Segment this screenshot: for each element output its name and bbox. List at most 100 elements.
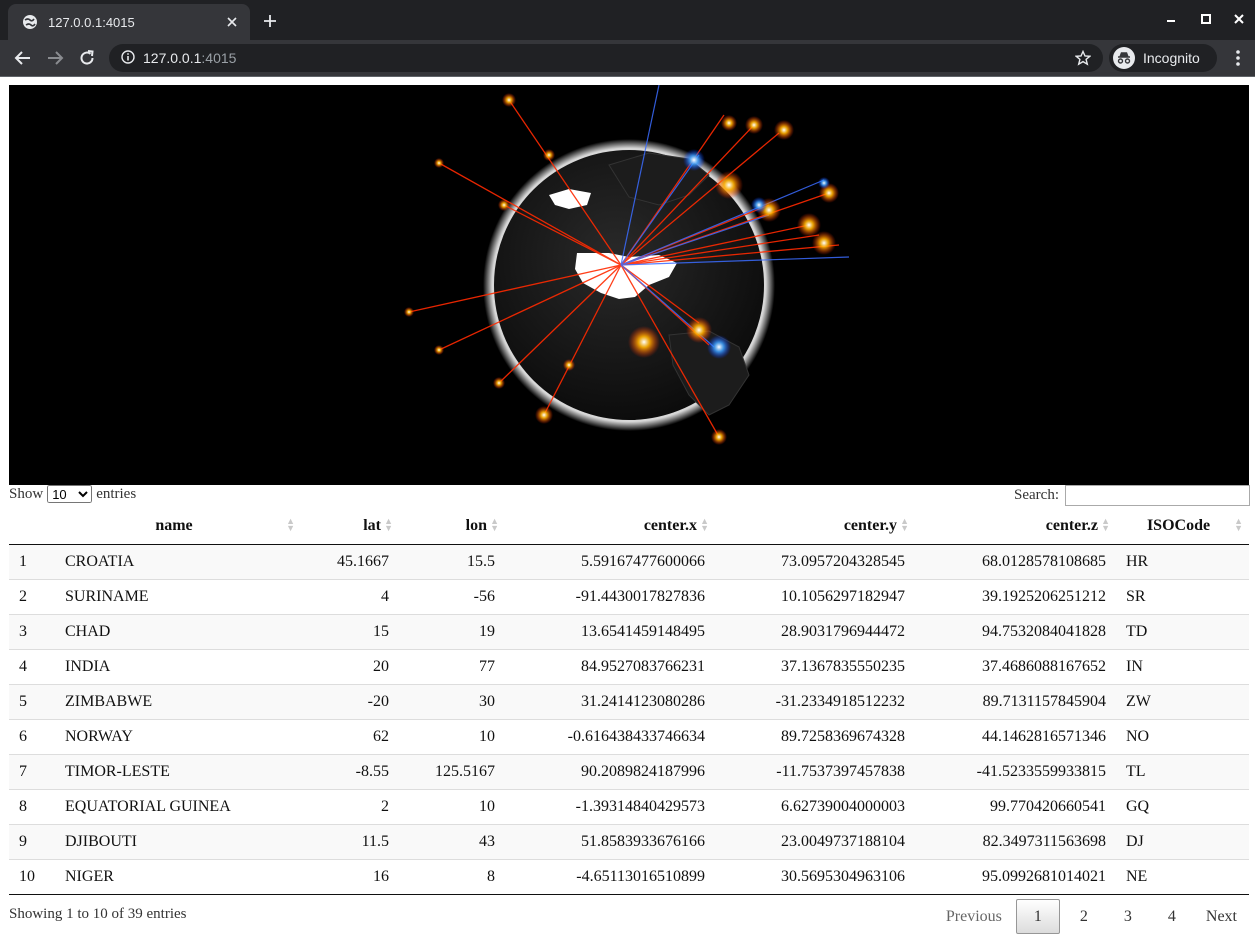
column-header-name[interactable]: name ▲ ▼ bbox=[55, 508, 301, 545]
column-header-lon[interactable]: lon ▲ ▼ bbox=[399, 508, 505, 545]
isocode-cell: SR bbox=[1116, 578, 1249, 614]
column-header-isocode[interactable]: ISOCode ▲ ▼ bbox=[1116, 508, 1249, 545]
row-index-cell: 1 bbox=[9, 544, 55, 579]
center-x-cell: 90.2089824187996 bbox=[505, 753, 715, 789]
globe-visualization[interactable] bbox=[9, 84, 1249, 485]
name-cell: NIGER bbox=[55, 858, 301, 895]
sort-arrows-icon: ▲ ▼ bbox=[1101, 516, 1110, 533]
center-z-cell: 99.770420660541 bbox=[915, 788, 1116, 824]
incognito-badge[interactable]: Incognito bbox=[1109, 44, 1217, 72]
center-y-cell: 89.7258369674328 bbox=[715, 718, 915, 754]
table-row[interactable]: 10 NIGER 16 8 -4.65113016510899 30.5695304963… bbox=[9, 858, 1249, 895]
isocode-cell: IN bbox=[1116, 648, 1249, 684]
column-header-center-x[interactable]: center.x ▲ ▼ bbox=[505, 508, 715, 545]
tab-title: 127.0.0.1:4015 bbox=[48, 14, 135, 30]
row-index-cell: 8 bbox=[9, 788, 55, 824]
name-cell: TIMOR-LESTE bbox=[55, 753, 301, 789]
isocode-cell: TL bbox=[1116, 753, 1249, 789]
close-window-icon[interactable] bbox=[1232, 12, 1246, 26]
column-header-center-y[interactable]: center.y ▲ ▼ bbox=[715, 508, 915, 545]
row-index-cell: 4 bbox=[9, 648, 55, 684]
pagination: Previous 1234 Next bbox=[934, 899, 1249, 934]
close-tab-icon[interactable] bbox=[224, 14, 240, 30]
table-row[interactable]: 2 SURINAME 4 -56 -91.4430017827836 10.1056297… bbox=[9, 578, 1249, 614]
lat-cell: 16 bbox=[301, 858, 399, 895]
column-header-lat[interactable]: lat ▲ ▼ bbox=[301, 508, 399, 545]
center-x-cell: -1.39314840429573 bbox=[505, 788, 715, 824]
table-info: Showing 1 to 10 of 39 entries bbox=[9, 906, 187, 922]
center-x-cell: -91.4430017827836 bbox=[505, 578, 715, 614]
lat-cell: 4 bbox=[301, 578, 399, 614]
table-row[interactable]: 5 ZIMBABWE -20 30 31.2414123080286 -31.233491… bbox=[9, 683, 1249, 719]
center-y-cell: -11.7537397457838 bbox=[715, 753, 915, 789]
name-cell: CROATIA bbox=[55, 544, 301, 579]
table-row[interactable]: 7 TIMOR-LESTE -8.55 125.5167 90.208982418799… bbox=[9, 753, 1249, 789]
site-info-icon[interactable] bbox=[121, 49, 135, 67]
search-label: Search: bbox=[1014, 487, 1059, 503]
name-cell: SURINAME bbox=[55, 578, 301, 614]
table-row[interactable]: 4 INDIA 20 77 84.9527083766231 37.13678355502… bbox=[9, 648, 1249, 684]
address-bar[interactable]: 127.0.0.1:4015 bbox=[109, 44, 1103, 72]
lat-cell: 2 bbox=[301, 788, 399, 824]
globe-svg bbox=[404, 84, 850, 445]
search-input[interactable] bbox=[1065, 485, 1250, 506]
bookmark-star-icon[interactable] bbox=[1074, 49, 1092, 66]
table-row[interactable]: 8 EQUATORIAL GUINEA 2 10 -1.39314840429573 6.… bbox=[9, 788, 1249, 824]
lat-cell: 62 bbox=[301, 718, 399, 754]
page-3-button[interactable]: 3 bbox=[1106, 899, 1150, 934]
new-tab-plus-icon[interactable] bbox=[262, 13, 278, 29]
center-z-cell: 37.4686088167652 bbox=[915, 648, 1116, 684]
table-row[interactable]: 1 CROATIA 45.1667 15.5 5.59167477600066 73.09… bbox=[9, 544, 1249, 579]
lon-cell: 10 bbox=[399, 788, 505, 824]
forward-arrow-icon[interactable] bbox=[45, 48, 65, 68]
lat-cell: 15 bbox=[301, 613, 399, 649]
name-cell: EQUATORIAL GUINEA bbox=[55, 788, 301, 824]
back-arrow-icon[interactable] bbox=[13, 48, 33, 68]
length-label-after: entries bbox=[96, 485, 137, 502]
name-cell: DJIBOUTI bbox=[55, 823, 301, 859]
sort-arrows-icon: ▲ ▼ bbox=[1234, 516, 1243, 533]
isocode-cell: NE bbox=[1116, 858, 1249, 895]
table-row[interactable]: 6 NORWAY 62 10 -0.616438433746634 89.72583696… bbox=[9, 718, 1249, 754]
lon-cell: 125.5167 bbox=[399, 753, 505, 789]
row-index-cell: 10 bbox=[9, 858, 55, 895]
browser-tabstrip: 127.0.0.1:4015 bbox=[0, 0, 1255, 40]
row-index-cell: 3 bbox=[9, 613, 55, 649]
lat-cell: 20 bbox=[301, 648, 399, 684]
page-4-button[interactable]: 4 bbox=[1150, 899, 1194, 934]
table-row[interactable]: 3 CHAD 15 19 13.6541459148495 28.903179694447… bbox=[9, 613, 1249, 649]
page-1-button[interactable]: 1 bbox=[1015, 899, 1060, 934]
center-y-cell: 73.0957204328545 bbox=[715, 544, 915, 579]
lat-cell: -20 bbox=[301, 683, 399, 719]
maximize-window-icon[interactable] bbox=[1199, 12, 1213, 26]
sort-arrows-icon: ▲ ▼ bbox=[384, 516, 393, 533]
center-y-cell: 23.0049737188104 bbox=[715, 823, 915, 859]
browser-menu-icon[interactable] bbox=[1232, 48, 1244, 68]
table-header-row: name ▲ ▼ lat ▲ ▼ lon ▲ ▼ center.x ▲ ▼ center.y ▲ ▼… bbox=[9, 508, 1249, 545]
name-cell: ZIMBABWE bbox=[55, 683, 301, 719]
center-y-cell: 37.1367835550235 bbox=[715, 648, 915, 684]
lon-cell: -56 bbox=[399, 578, 505, 614]
center-y-cell: 6.62739004000003 bbox=[715, 788, 915, 824]
next-page-button[interactable]: Next bbox=[1194, 899, 1249, 934]
previous-page-button[interactable]: Previous bbox=[934, 899, 1014, 934]
center-x-cell: 31.2414123080286 bbox=[505, 683, 715, 719]
page-divider bbox=[0, 76, 1255, 77]
column-header-center-z[interactable]: center.z ▲ ▼ bbox=[915, 508, 1116, 545]
isocode-cell: GQ bbox=[1116, 788, 1249, 824]
minimize-window-icon[interactable] bbox=[1164, 12, 1178, 26]
center-z-cell: 89.7131157845904 bbox=[915, 683, 1116, 719]
browser-tab[interactable]: 127.0.0.1:4015 bbox=[8, 4, 250, 40]
isocode-cell: DJ bbox=[1116, 823, 1249, 859]
table-row[interactable]: 9 DJIBOUTI 11.5 43 51.8583933676166 23.004973… bbox=[9, 823, 1249, 859]
entries-per-page-select[interactable]: 102550100 bbox=[47, 485, 93, 503]
page-2-button[interactable]: 2 bbox=[1062, 899, 1106, 934]
isocode-cell: TD bbox=[1116, 613, 1249, 649]
data-table: name ▲ ▼ lat ▲ ▼ lon ▲ ▼ center.x ▲ ▼ center.y ▲ ▼… bbox=[9, 508, 1249, 895]
reload-icon[interactable] bbox=[77, 48, 97, 68]
lon-cell: 15.5 bbox=[399, 544, 505, 579]
lat-cell: 45.1667 bbox=[301, 544, 399, 579]
incognito-icon bbox=[1113, 47, 1135, 69]
isocode-cell: HR bbox=[1116, 544, 1249, 579]
lon-cell: 77 bbox=[399, 648, 505, 684]
